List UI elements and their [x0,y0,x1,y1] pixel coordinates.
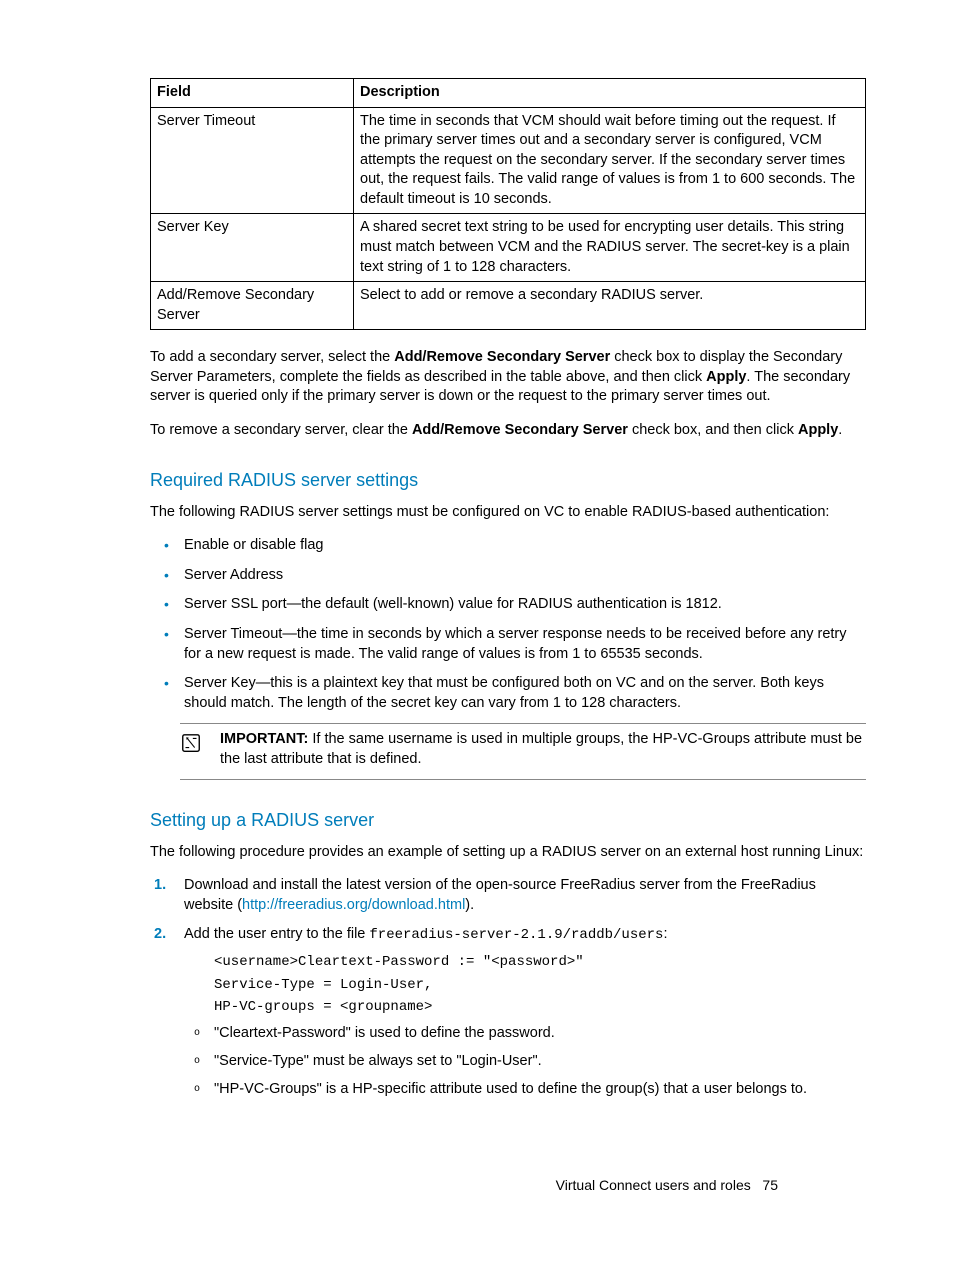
setup-intro: The following procedure provides an exam… [150,843,866,863]
important-note: IMPORTANT: If the same username is used … [180,723,866,780]
list-item: Server SSL port—the default (well-known)… [150,595,866,615]
setup-steps: Download and install the latest version … [150,876,866,1099]
field-description-table: Field Description Server Timeout The tim… [150,78,866,330]
paragraph-remove-secondary: To remove a secondary server, clear the … [150,421,866,441]
table-row: Server Key A shared secret text string t… [151,214,866,282]
list-item: Server Timeout—the time in seconds by wh… [150,625,866,664]
list-item: "Cleartext-Password" is used to define t… [184,1024,866,1044]
important-text: IMPORTANT: If the same username is used … [220,730,866,769]
step-1: Download and install the latest version … [150,876,866,915]
important-icon [180,730,220,769]
cell-desc: Select to add or remove a secondary RADI… [354,282,866,330]
step2-sublist: "Cleartext-Password" is used to define t… [184,1024,866,1099]
page-footer: Virtual Connect users and roles 75 [556,1176,778,1195]
cell-desc: The time in seconds that VCM should wait… [354,107,866,214]
list-item: Server Address [150,566,866,586]
code-line: Service-Type = Login-User, [214,974,866,996]
cell-desc: A shared secret text string to be used f… [354,214,866,282]
table-row: Add/Remove Secondary Server Select to ad… [151,282,866,330]
list-item: "HP-VC-Groups" is a HP-specific attribut… [184,1080,866,1100]
list-item: "Service-Type" must be always set to "Lo… [184,1052,866,1072]
step-2: Add the user entry to the file freeradiu… [150,925,866,1099]
cell-field: Add/Remove Secondary Server [151,282,354,330]
footer-page: 75 [762,1177,778,1193]
heading-setup-radius: Setting up a RADIUS server [150,808,866,832]
heading-required-settings: Required RADIUS server settings [150,468,866,492]
cell-field: Server Key [151,214,354,282]
table-row: Server Timeout The time in seconds that … [151,107,866,214]
required-list: Enable or disable flag Server Address Se… [150,536,866,713]
footer-section: Virtual Connect users and roles [556,1177,751,1193]
th-description: Description [354,79,866,108]
cell-field: Server Timeout [151,107,354,214]
code-line: <username>Cleartext-Password := "<passwo… [214,951,866,973]
list-item: Enable or disable flag [150,536,866,556]
th-field: Field [151,79,354,108]
freeradius-link[interactable]: http://freeradius.org/download.html [242,897,465,913]
required-intro: The following RADIUS server settings mus… [150,503,866,523]
file-path: freeradius-server-2.1.9/raddb/users [369,927,663,943]
paragraph-add-secondary: To add a secondary server, select the Ad… [150,348,866,407]
code-line: HP-VC-groups = <groupname> [214,996,866,1018]
list-item: Server Key—this is a plaintext key that … [150,674,866,713]
code-block: <username>Cleartext-Password := "<passwo… [214,951,866,1018]
